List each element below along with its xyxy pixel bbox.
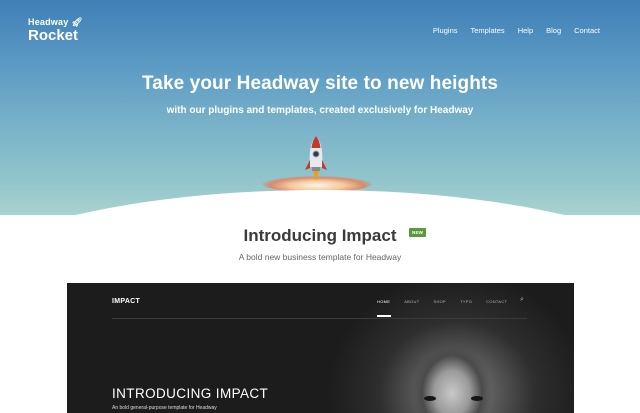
preview-nav-typo: TYPO [460,299,473,304]
hero-curve [0,190,640,215]
rocket-logo-icon: 🚀︎ [71,17,84,27]
preview-active-underline [377,315,391,317]
logo-top-text: Headway [28,17,69,27]
nav-templates[interactable]: Templates [471,26,505,35]
preview-divider [112,318,527,319]
main-nav: Plugins Templates Help Blog Contact [433,26,600,35]
logo-bottom-text: Rocket [28,27,79,44]
hero-title: Take your Headway site to new heights [142,73,498,94]
preview-nav-contact: CONTACT [486,299,508,304]
figure-right-eye [471,396,483,401]
nav-plugins[interactable]: Plugins [433,26,458,35]
preview-nav-about: ABOUT [404,299,420,304]
nav-blog[interactable]: Blog [546,26,561,35]
rocket-illustration [305,136,327,181]
intro-subtitle: A bold new business template for Headway [238,252,402,262]
site-logo[interactable]: Headway 🚀︎ Rocket [28,18,83,44]
search-icon: ⌕ [520,296,524,303]
preview-nav-shop: SHOP [433,299,447,304]
preview-nav: HOME ABOUT SHOP TYPO CONTACT [377,299,507,304]
preview-logo: IMPACT [112,298,141,305]
hero-subtitle: with our plugins and templates, created … [166,105,474,116]
intro-title: Introducing Impact [243,226,397,245]
nav-contact[interactable]: Contact [574,26,600,35]
preview-heading: INTRODUCING IMPACT [112,386,269,401]
new-badge: NEW [409,228,427,237]
logo-top-row: Headway 🚀︎ [28,18,83,27]
nav-help[interactable]: Help [518,26,533,35]
figure-left-eye [424,396,436,401]
preview-tagline: An bold general-purpose template for Hea… [112,405,217,411]
hero-section: Headway 🚀︎ Rocket Plugins Templates Help… [0,0,640,215]
impact-template-preview[interactable]: IMPACT HOME ABOUT SHOP TYPO CONTACT ⌕ IN… [67,283,574,413]
preview-nav-home: HOME [377,299,391,304]
